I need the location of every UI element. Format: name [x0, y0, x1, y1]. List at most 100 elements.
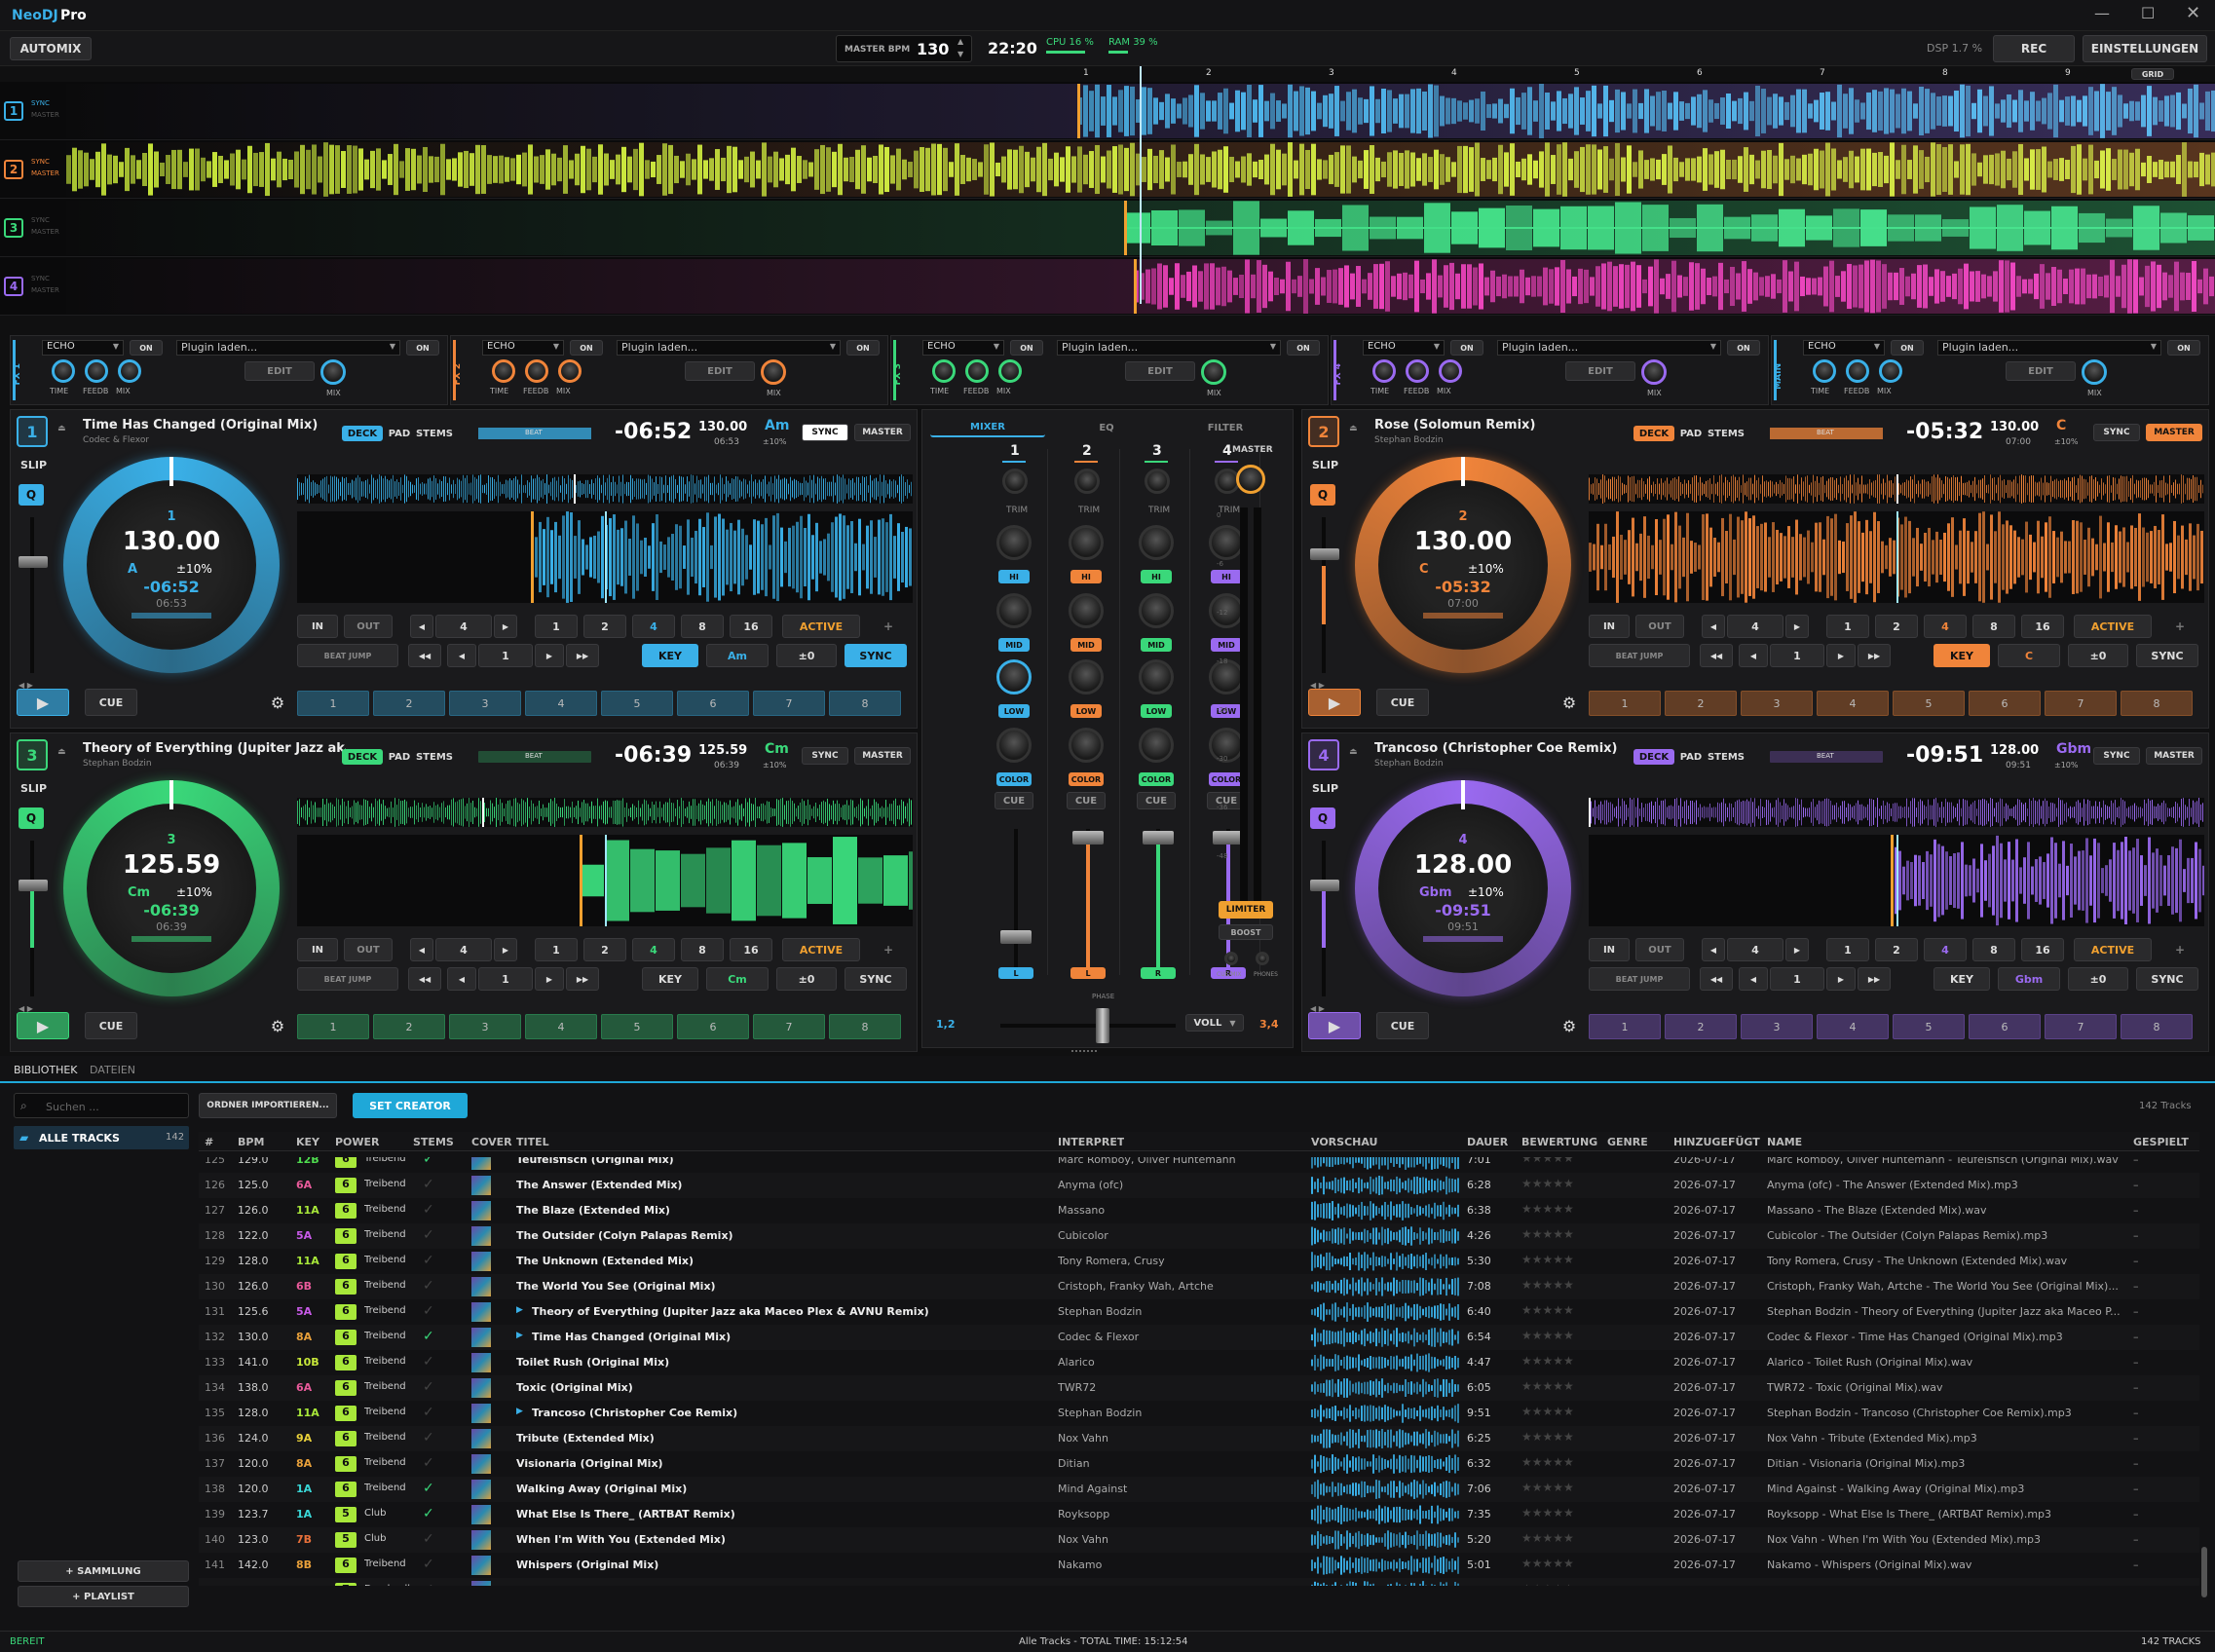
row-rating-stars[interactable]: ★★★★★ — [1521, 1531, 1574, 1545]
row-rating-stars[interactable]: ★★★★★ — [1521, 1303, 1574, 1317]
overview-row-deck-2[interactable]: 2 SYNC MASTER — [0, 140, 2215, 199]
row-rating-stars[interactable]: ★★★★★ — [1521, 1557, 1574, 1570]
cue-button[interactable]: CUE — [1376, 1012, 1429, 1039]
fx-knob-time[interactable] — [492, 359, 515, 383]
row-preview-waveform[interactable] — [1311, 1404, 1459, 1423]
volume-fader-handle[interactable] — [1143, 831, 1174, 845]
fx-knob-feedb[interactable] — [85, 359, 108, 383]
hot-cue-pad-2[interactable]: 2 — [373, 1014, 445, 1039]
deck-view-button[interactable]: DECK — [342, 426, 383, 441]
hot-cue-pad-3[interactable]: 3 — [449, 1014, 521, 1039]
loop-out-button[interactable]: OUT — [1635, 938, 1684, 961]
bpm-down-icon[interactable]: ▼ — [957, 50, 963, 58]
deck-view-button[interactable]: DECK — [1633, 749, 1674, 765]
hot-cue-pad-5[interactable]: 5 — [1893, 691, 1965, 716]
hi-knob[interactable] — [1069, 525, 1104, 560]
row-preview-waveform[interactable] — [1311, 1581, 1459, 1586]
row-preview-waveform[interactable] — [1311, 1454, 1459, 1474]
jump-forward-button[interactable]: ▶ — [1826, 967, 1856, 991]
plugin-select[interactable]: Plugin laden... ▼ — [617, 340, 841, 356]
scrolling-waveform[interactable] — [297, 835, 913, 926]
loop-size-1[interactable]: 1 — [1826, 938, 1869, 961]
play-button[interactable]: ▶ — [1308, 1012, 1361, 1039]
plugin-select[interactable]: Plugin laden... ▼ — [1497, 340, 1721, 356]
sync-button[interactable]: SYNC — [845, 967, 907, 991]
jump-back-fast-button[interactable]: ◀◀ — [408, 644, 441, 667]
column-header-14[interactable]: GESPIELT — [2133, 1136, 2189, 1148]
row-preview-waveform[interactable] — [1311, 1201, 1459, 1220]
jump-back-button[interactable]: ◀ — [447, 967, 476, 991]
key-lock-button[interactable]: KEY — [642, 967, 698, 991]
column-header-10[interactable]: BEWERTUNG — [1521, 1136, 1597, 1148]
mid-knob[interactable] — [996, 593, 1032, 628]
loop-size-8[interactable]: 8 — [1972, 615, 2015, 638]
pitch-fader-handle[interactable] — [19, 880, 48, 891]
import-folder-button[interactable]: ORDNER IMPORTIEREN... — [199, 1093, 337, 1118]
key-shift-select[interactable]: ±0 — [776, 967, 837, 991]
fx-knob-time[interactable] — [52, 359, 75, 383]
play-button[interactable]: ▶ — [17, 689, 69, 716]
row-preview-waveform[interactable] — [1311, 1505, 1459, 1524]
plugin-select[interactable]: Plugin laden... ▼ — [1057, 340, 1281, 356]
fx-knob-time[interactable] — [932, 359, 956, 383]
row-rating-stars[interactable]: ★★★★★ — [1521, 1177, 1574, 1190]
sidebar-item-all-tracks[interactable]: ▰ ALLE TRACKS 142 — [14, 1126, 189, 1149]
eject-icon[interactable]: ⏏ — [1349, 424, 1358, 433]
table-row[interactable]: 141 142.0 8B 6 Treibend ✓ Whispers (Original M… — [199, 1553, 2199, 1578]
automix-button[interactable]: AUTOMIX — [10, 37, 92, 60]
hot-cue-pad-4[interactable]: 4 — [525, 691, 597, 716]
plugin-mix-knob[interactable] — [2082, 359, 2107, 385]
jump-back-fast-button[interactable]: ◀◀ — [408, 967, 441, 991]
fx-effect-select[interactable]: ECHO ▼ — [482, 340, 564, 356]
quantize-button[interactable]: Q — [19, 807, 44, 829]
loop-size-8[interactable]: 8 — [1972, 938, 2015, 961]
stems-view-button[interactable]: STEMS — [414, 749, 455, 765]
table-row[interactable]: 129 128.0 11A 6 Treibend ✓ The Unknown (Extend… — [199, 1249, 2199, 1274]
pitch-fader-handle[interactable] — [19, 556, 48, 568]
loop-size-2[interactable]: 2 — [583, 938, 626, 961]
hot-cue-pad-3[interactable]: 3 — [1741, 1014, 1813, 1039]
color-fx-button[interactable]: COLOR — [1209, 772, 1244, 786]
row-preview-waveform[interactable] — [1311, 1277, 1459, 1296]
fx-knob-mix[interactable] — [1879, 359, 1902, 383]
jump-back-button[interactable]: ◀ — [447, 644, 476, 667]
plugin-mix-knob[interactable] — [1641, 359, 1667, 385]
loop-size-8[interactable]: 8 — [681, 615, 724, 638]
trim-knob[interactable] — [1074, 469, 1100, 494]
hi-knob[interactable] — [1209, 525, 1244, 560]
settings-button[interactable]: EINSTELLUNGEN — [2083, 35, 2207, 62]
loop-halve-button[interactable]: ◀ — [1702, 615, 1725, 638]
hot-cue-pad-1[interactable]: 1 — [1589, 1014, 1661, 1039]
fx-knob-mix[interactable] — [558, 359, 582, 383]
fx-knob-time[interactable] — [1813, 359, 1836, 383]
loop-out-button[interactable]: OUT — [1635, 615, 1684, 638]
master-knob[interactable] — [1236, 465, 1265, 494]
fx-effect-select[interactable]: ECHO ▼ — [1803, 340, 1885, 356]
boost-button[interactable]: BOOST — [1219, 924, 1273, 940]
plugin-edit-button[interactable]: EDIT — [244, 361, 315, 381]
mid-kill-button[interactable]: MID — [1141, 638, 1172, 652]
row-rating-stars[interactable]: ★★★★★ — [1521, 1506, 1574, 1520]
row-preview-waveform[interactable] — [1311, 1226, 1459, 1246]
table-row[interactable]: 142 129.0 11A 7 Druckvoll ✓ You Are My MDMA (O… — [199, 1578, 2199, 1586]
stems-view-button[interactable]: STEMS — [414, 426, 455, 441]
tab-library[interactable]: BIBLIOTHEK — [14, 1064, 78, 1076]
loop-size-2[interactable]: 2 — [583, 615, 626, 638]
loop-size-8[interactable]: 8 — [681, 938, 724, 961]
row-preview-waveform[interactable] — [1311, 1378, 1459, 1398]
loop-size-16[interactable]: 16 — [730, 615, 772, 638]
row-rating-stars[interactable]: ★★★★★ — [1521, 1157, 1574, 1165]
column-header-4[interactable]: STEMS — [413, 1136, 454, 1148]
maximize-icon[interactable]: ☐ — [2141, 4, 2155, 22]
low-knob[interactable] — [1069, 659, 1104, 695]
slip-button[interactable]: SLIP — [20, 459, 47, 471]
table-row[interactable]: 136 124.0 9A 6 Treibend ✓ Tribute (Extended Mi… — [199, 1426, 2199, 1451]
plugin-select[interactable]: Plugin laden... ▼ — [176, 340, 400, 356]
table-row[interactable]: 131 125.6 5A 6 Treibend ✓ ▶ Theory of Everythin… — [199, 1299, 2199, 1325]
row-rating-stars[interactable]: ★★★★★ — [1521, 1354, 1574, 1368]
column-header-1[interactable]: BPM — [238, 1136, 264, 1148]
column-header-7[interactable]: INTERPRET — [1058, 1136, 1124, 1148]
plugin-edit-button[interactable]: EDIT — [2006, 361, 2076, 381]
table-row[interactable]: 125 129.0 12B 6 Treibend ✓ Teufelsfisch (Origi… — [199, 1157, 2199, 1173]
hot-cue-pad-2[interactable]: 2 — [373, 691, 445, 716]
